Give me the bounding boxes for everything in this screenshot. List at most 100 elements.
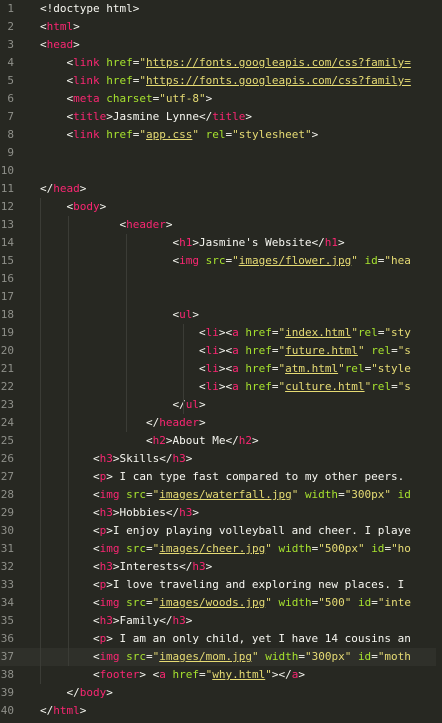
line-code: <img src="images/flower.jpg" id="hea [40, 252, 410, 270]
code-line[interactable]: 9 [0, 144, 442, 162]
code-line[interactable]: 36 <p> I am an only child, yet I have 14… [0, 630, 442, 648]
editor-scrollbar[interactable] [436, 0, 442, 723]
code-token: >I enjoy playing volleyball and cheer. I… [106, 524, 411, 537]
code-token: "300px" [304, 650, 352, 663]
line-number: 35 [0, 614, 14, 627]
code-token: < [40, 614, 100, 627]
line-number: 15 [0, 254, 14, 267]
code-line[interactable]: 17 [0, 288, 442, 306]
code-token: h1 [179, 236, 193, 249]
code-token: = [145, 596, 153, 609]
code-token: href [245, 344, 272, 357]
code-token: app.css [146, 128, 193, 141]
line-code: <link href="https://fonts.googleapis.com… [40, 54, 410, 72]
code-line[interactable]: 7 <title>Jasmine Lynne</title> [0, 108, 442, 126]
code-line[interactable]: 14 <h1>Jasmine's Website</h1> [0, 234, 442, 252]
code-line[interactable]: 27 <p> I can type fast compared to my ot… [0, 468, 442, 486]
code-token: >< [218, 362, 233, 375]
line-number: 25 [0, 434, 14, 447]
code-editor[interactable]: 1 <!doctype html> 2 <html> 3 <head> 4 <link hr… [0, 0, 442, 723]
code-token: >Interests</ [112, 560, 193, 573]
code-line[interactable]: 8 <link href="app.css" rel="stylesheet"> [0, 126, 442, 144]
code-line[interactable]: 15 <img src="images/flower.jpg" id="hea [0, 252, 442, 270]
code-line[interactable]: 35 <h3>Family</h3> [0, 612, 442, 630]
code-line[interactable]: 32 <h3>Interests</h3> [0, 558, 442, 576]
code-line[interactable]: 2 <html> [0, 18, 442, 36]
line-code: <p> I am an only child, yet I have 14 co… [40, 630, 411, 648]
code-token: > [73, 38, 80, 51]
code-line[interactable]: 18 <ul> [0, 306, 442, 324]
code-token: > [298, 668, 305, 681]
code-line[interactable]: 19 <li><a href="index.html"rel="sty [0, 324, 442, 342]
code-line[interactable]: 10 [0, 162, 442, 180]
code-token: < [40, 308, 180, 321]
code-token: li [205, 380, 219, 393]
code-token: = [371, 650, 378, 663]
code-token: >< [218, 344, 233, 357]
line-number: 16 [0, 272, 14, 285]
code-line[interactable]: 1 <!doctype html> [0, 0, 442, 18]
code-line[interactable]: 29 <h3>Hobbies</h3> [0, 504, 442, 522]
code-line[interactable]: 33 <p>I love traveling and exploring new… [0, 576, 442, 594]
code-token: > [79, 182, 87, 195]
code-token: "ho [391, 542, 411, 555]
line-number: 40 [0, 704, 14, 717]
code-token: > [205, 92, 213, 105]
code-line[interactable]: 31 <img src="images/cheer.jpg" width="50… [0, 540, 442, 558]
code-line[interactable]: 34 <img src="images/woods.jpg" width="50… [0, 594, 442, 612]
line-code: <meta charset="utf-8"> [40, 90, 212, 108]
line-code: </body> [40, 684, 112, 702]
line-code: <h3>Interests</h3> [40, 558, 212, 576]
code-token: a [159, 668, 166, 681]
code-token: >< [218, 380, 233, 393]
code-line[interactable]: 30 <p>I enjoy playing volleyball and che… [0, 522, 442, 540]
code-token: < [40, 326, 206, 339]
code-line[interactable]: 28 <img src="images/waterfall.jpg" width… [0, 486, 442, 504]
code-line[interactable]: 20 <li><a href="future.html" rel="s [0, 342, 442, 360]
line-code: <!doctype html> [40, 0, 139, 18]
code-line[interactable]: 39 </body> [0, 684, 442, 702]
line-code: <img src="images/waterfall.jpg" width="3… [40, 486, 411, 504]
code-line[interactable]: 6 <meta charset="utf-8"> [0, 90, 442, 108]
code-line[interactable]: 12 <body> [0, 198, 442, 216]
code-token: = [338, 488, 345, 501]
code-line[interactable]: 22 <li><a href="culture.html"rel="s [0, 378, 442, 396]
code-line[interactable]: 4 <link href="https://fonts.googleapis.c… [0, 54, 442, 72]
code-line[interactable]: 21 <li><a href="atm.html"rel="style [0, 360, 442, 378]
code-token: images/woods.jpg [159, 596, 266, 609]
code-line[interactable]: 40 </html> [0, 702, 442, 720]
code-line[interactable]: 25 <h2>About Me</h2> [0, 432, 442, 450]
code-token: src [126, 650, 146, 663]
code-line[interactable]: 3 <head> [0, 36, 442, 54]
code-line[interactable]: 38 <footer> <a href="why.html"></a> [0, 666, 442, 684]
code-line[interactable]: 11 </head> [0, 180, 442, 198]
line-number: 13 [0, 218, 14, 231]
code-token: rel [371, 380, 392, 393]
code-token: > < [139, 668, 160, 681]
code-line[interactable]: 23 </ul> [0, 396, 442, 414]
code-token: = [145, 542, 153, 555]
code-line[interactable]: 37 <img src="images/mom.jpg" width="300p… [0, 648, 442, 666]
line-code: <body> [40, 198, 106, 216]
code-token: img [99, 650, 120, 663]
code-token: > I can type fast compared to my other p… [106, 470, 405, 483]
code-line[interactable]: 5 <link href="https://fonts.googleapis.c… [0, 72, 442, 90]
code-token: < [40, 434, 153, 447]
line-number: 27 [0, 470, 14, 483]
line-number: 9 [7, 146, 14, 159]
line-code: <p> I can type fast compared to my other… [40, 468, 404, 486]
code-token: img [99, 542, 120, 555]
code-line[interactable]: 13 <header> [0, 216, 442, 234]
line-code: <h3>Hobbies</h3> [40, 504, 199, 522]
code-line[interactable]: 16 [0, 270, 442, 288]
code-line[interactable]: 24 </header> [0, 414, 442, 432]
code-line[interactable]: 26 <h3>Skills</h3> [0, 450, 442, 468]
line-number: 23 [0, 398, 14, 411]
line-number: 14 [0, 236, 14, 249]
line-number: 21 [0, 362, 14, 375]
code-token: rel [357, 326, 378, 339]
code-token: href [172, 668, 199, 681]
line-number: 29 [0, 506, 14, 519]
line-number: 36 [0, 632, 14, 645]
line-number: 31 [0, 542, 14, 555]
